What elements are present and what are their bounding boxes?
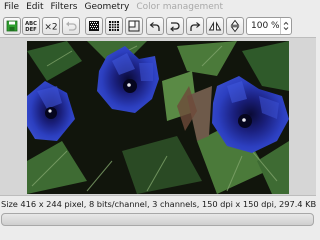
image-canvas[interactable] [0, 37, 316, 196]
rotate-left-icon [190, 22, 201, 31]
photo-gentian-flowers [27, 41, 289, 194]
scale-button[interactable]: ×2 [42, 17, 60, 35]
rotate-left-button[interactable] [186, 17, 204, 35]
abc-icon: ABC DEF [25, 21, 37, 33]
status-bar-text: Size 416 x 244 pixel, 8 bits/channel, 3 … [1, 199, 317, 209]
menu-file[interactable]: File [1, 0, 22, 14]
spin-arrows-icon [283, 21, 289, 31]
flip-horizontal-button[interactable] [206, 17, 224, 35]
flip-vertical-button[interactable] [226, 17, 244, 35]
toolbar: ABC DEF ×2 100 % [0, 15, 316, 36]
flip-horizontal-icon [208, 21, 222, 31]
flower-photo-image [27, 41, 289, 194]
crop-button[interactable] [125, 17, 143, 35]
menu-filters[interactable]: Filters [48, 0, 81, 14]
undo-icon [66, 21, 77, 31]
rotate-right-button[interactable] [146, 17, 164, 35]
grid-icon [109, 21, 119, 31]
progress-bar [1, 213, 314, 226]
flip-vertical-icon [230, 19, 240, 33]
text-recognition-button[interactable]: ABC DEF [22, 17, 40, 35]
save-icon [6, 20, 18, 32]
menu-color-management: Color management [136, 2, 224, 12]
grid-button[interactable] [105, 17, 123, 35]
scale-icon: ×2 [44, 23, 57, 33]
dither-icon [89, 21, 99, 31]
save-button[interactable] [3, 17, 21, 35]
zoom-value: 100 % [251, 21, 280, 31]
scale-text: ×2 [44, 23, 57, 33]
image-viewer-window: File Edit Filters Geometry Color managem… [0, 0, 316, 240]
halftone-button[interactable] [85, 17, 103, 35]
rotate-180-button[interactable] [166, 17, 184, 35]
zoom-select[interactable]: 100 % [246, 17, 292, 35]
zoom-spinner[interactable] [280, 18, 291, 34]
menu-geometry[interactable]: Geometry [81, 0, 132, 14]
rotate-180-icon [170, 22, 180, 32]
undo-button [62, 17, 80, 35]
rotate-right-icon [149, 22, 160, 31]
menu-bar: File Edit Filters Geometry Color managem… [0, 0, 316, 14]
abc-bottom-text: DEF [25, 27, 37, 33]
menu-edit[interactable]: Edit [23, 0, 46, 14]
crop-icon [128, 20, 140, 32]
